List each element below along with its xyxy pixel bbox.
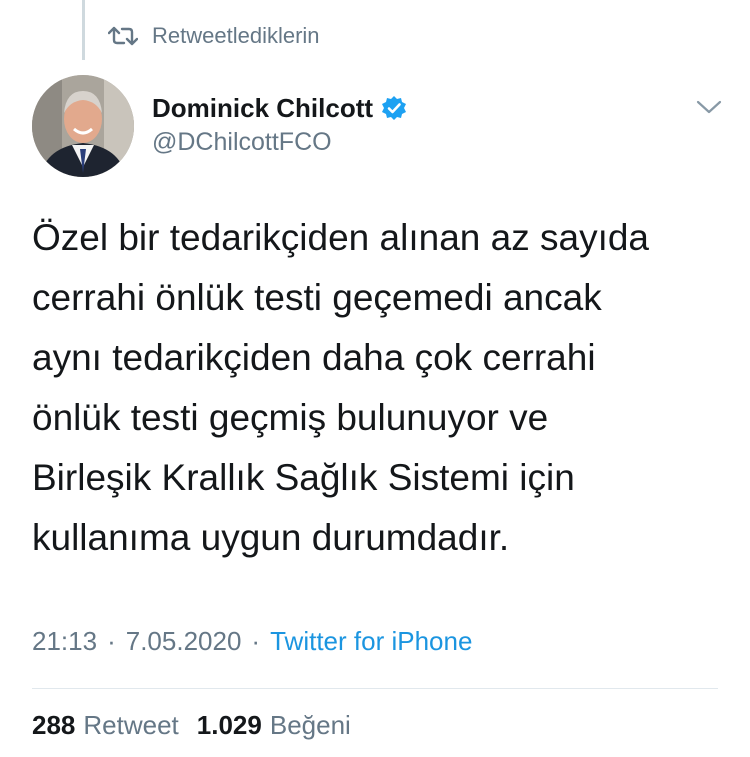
author-block[interactable]: Dominick Chilcott @DChilcottFCO — [152, 90, 407, 157]
meta-separator: · — [251, 626, 261, 656]
tweet-text-line: Özel bir tedarikçiden alınan az sayıda — [32, 217, 650, 258]
chevron-down-icon[interactable] — [694, 96, 724, 118]
author-name-row: Dominick Chilcott — [152, 90, 407, 126]
retweet-stat[interactable]: 288 Retweet — [32, 710, 179, 741]
tweet-text-line: aynı tedarikçiden daha çok cerrahi — [32, 337, 596, 378]
meta-separator: · — [107, 626, 116, 656]
retweet-icon — [107, 25, 139, 47]
tweet-time[interactable]: 21:13 — [32, 626, 97, 657]
tweet-text-line: kullanıma uygun durumdadır. — [32, 517, 510, 558]
retweet-count: 288 — [32, 710, 76, 740]
author-name[interactable]: Dominick Chilcott — [152, 93, 373, 124]
tweet-date[interactable]: 7.05.2020 — [126, 626, 242, 657]
retweet-context-label: Retweetlediklerin — [152, 23, 320, 48]
like-count: 1.029 — [196, 710, 262, 740]
like-stat[interactable]: 1.029 Beğeni — [197, 710, 351, 741]
verified-badge-icon — [381, 95, 407, 121]
tweet-text-line: cerrahi önlük testi geçemedi ancak — [32, 277, 602, 318]
tweet-meta: 21:13 · 7.05.2020 · Twitter for iPhone — [32, 626, 472, 657]
avatar[interactable] — [32, 75, 134, 177]
tweet-stats: 288 Retweet 1.029 Beğeni — [32, 710, 351, 741]
like-label: Beğeni — [269, 710, 351, 740]
thread-connector-line — [82, 0, 85, 60]
retweet-label: Retweet — [83, 710, 179, 740]
tweet-source-link[interactable]: Twitter for iPhone — [270, 626, 472, 657]
divider — [32, 688, 718, 689]
retweet-context: Retweetlediklerin — [107, 20, 320, 52]
tweet-text-line: Birleşik Krallık Sağlık Sistemi için — [32, 457, 575, 498]
tweet-text-line: önlük testi geçmiş bulunuyor ve — [32, 397, 549, 438]
tweet-text: Özel bir tedarikçiden alınan az sayıda c… — [32, 208, 732, 568]
author-handle[interactable]: @DChilcottFCO — [152, 128, 407, 157]
